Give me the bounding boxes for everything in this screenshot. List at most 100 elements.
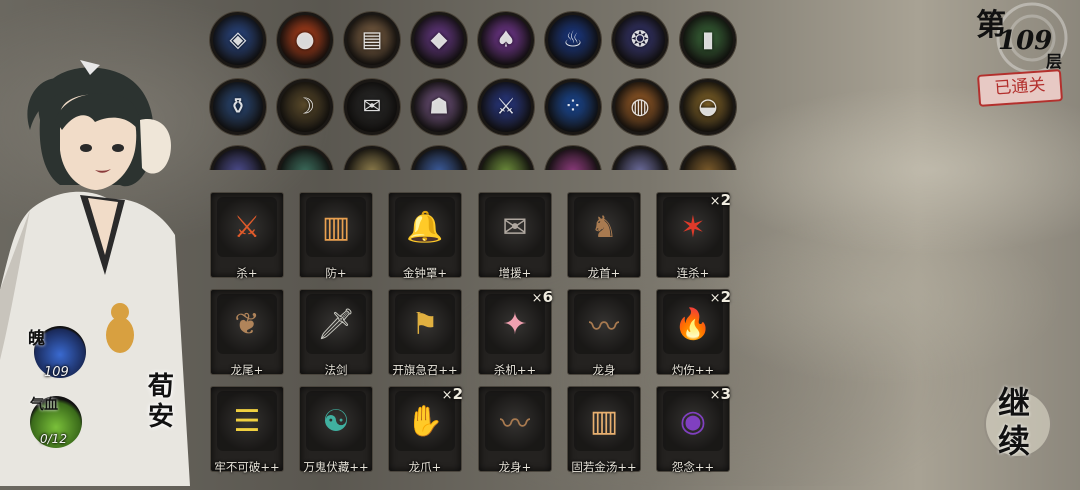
- card-art-icon: 🔔: [395, 197, 455, 257]
- talisman-relic-icon[interactable]: ✉: [344, 79, 400, 135]
- relic-glyph: ▮: [701, 27, 715, 53]
- card-slot[interactable]: ▥ 固若金汤++: [567, 386, 641, 474]
- card-art-icon: ▥: [306, 197, 366, 257]
- relic-row3-6-icon[interactable]: [545, 146, 601, 170]
- relic-glyph: ⁘: [563, 94, 583, 120]
- multiply-icon: ×: [709, 388, 721, 403]
- relic-row3-4-icon[interactable]: [411, 146, 467, 170]
- floor-number: 109: [998, 26, 1053, 56]
- relic-glyph: ⚱: [228, 94, 248, 120]
- continue-label: 继续: [998, 384, 1031, 460]
- card-name: 杀机++: [493, 363, 537, 377]
- bread-relic-icon[interactable]: ◍: [612, 79, 668, 135]
- card-count: 3: [720, 385, 731, 403]
- card-name: 防+: [325, 266, 347, 280]
- beast-head-relic-icon[interactable]: ☗: [411, 79, 467, 135]
- card-slot[interactable]: ⚔ 杀+: [210, 192, 284, 280]
- card-slot[interactable]: ♞ 龙首+: [567, 192, 641, 280]
- horn-relic-icon[interactable]: ☽: [277, 79, 333, 135]
- card-art-icon: ⚔: [217, 197, 277, 257]
- card-name: 龙首+: [587, 266, 621, 280]
- card-count: 2: [720, 288, 731, 306]
- relic-row3-3-icon[interactable]: [344, 146, 400, 170]
- card-slot[interactable]: ☰ 牢不可破++: [210, 386, 284, 474]
- crystal-relic-icon[interactable]: ◆: [411, 12, 467, 68]
- card-slot[interactable]: 〰龙身+: [478, 386, 552, 474]
- beads-relic-icon[interactable]: ❂: [612, 12, 668, 68]
- relic-row3-2-icon[interactable]: [277, 146, 333, 170]
- hero-name: 荀安: [148, 372, 175, 432]
- card-count-badge: ×2: [710, 191, 731, 209]
- cleared-stamp: 已通关: [976, 69, 1064, 107]
- card-art-icon: ✉: [485, 197, 545, 257]
- card-slot[interactable]: ▥ 防+: [299, 192, 373, 280]
- relic-glyph: ◒: [698, 94, 718, 120]
- multiply-icon: ×: [531, 291, 543, 306]
- card-name: 固若金汤++: [571, 460, 637, 474]
- bowl-relic-icon[interactable]: ◒: [680, 79, 736, 135]
- relic-glyph: ☗: [429, 94, 449, 120]
- coin-relic-icon[interactable]: ◈: [210, 12, 266, 68]
- card-name: 法剑: [324, 363, 348, 377]
- card-count: 2: [720, 191, 731, 209]
- card-name: 怨念++: [671, 460, 715, 474]
- relic-glyph: ⚔: [496, 94, 516, 120]
- card-name: 龙爪+: [408, 460, 442, 474]
- card-slot[interactable]: ✶ 连杀+ ×2: [656, 191, 731, 280]
- card-art-icon: ☯: [306, 391, 366, 451]
- relic-glyph: ◈: [229, 27, 247, 53]
- relic-glyph: ☽: [295, 94, 315, 120]
- card-slot[interactable]: ❦ 龙尾+: [210, 289, 284, 377]
- relic-row3-1-icon[interactable]: [210, 146, 266, 170]
- card-art-icon: 〰: [574, 294, 634, 354]
- card-slot[interactable]: 🗡 法剑: [299, 289, 373, 377]
- multiply-icon: ×: [709, 194, 721, 209]
- relic-row3-5-icon[interactable]: [478, 146, 534, 170]
- card-art-icon: ❦: [217, 294, 277, 354]
- relic-collection: ◈ ● ▤ ◆ ♠ ♨ ❂ ▮ ⚱ ☽ ✉ ☗ ⚔ ⁘ ◍ ◒: [200, 0, 745, 170]
- health-value: 0/12: [40, 432, 67, 446]
- card-name: 杀+: [236, 266, 258, 280]
- fire-orb-relic-icon[interactable]: ●: [277, 12, 333, 68]
- relic-glyph: ✉: [362, 94, 382, 120]
- card-count: 2: [452, 385, 463, 403]
- relic-row3-8-icon[interactable]: [680, 146, 736, 170]
- relic-row3-7-icon[interactable]: [612, 146, 668, 170]
- relic-glyph: ▤: [361, 27, 383, 53]
- card-slot[interactable]: ✉ 增援+: [478, 192, 552, 280]
- card-name: 增援+: [498, 266, 532, 280]
- sword-relic-icon[interactable]: ⚔: [478, 79, 534, 135]
- health-label: 气血: [30, 397, 58, 413]
- multiply-icon: ×: [441, 388, 453, 403]
- card-name: 连杀+: [676, 266, 710, 280]
- card-count-badge: ×3: [710, 385, 731, 403]
- card-slot[interactable]: 🔔 金钟罩+: [388, 192, 462, 280]
- continue-button[interactable]: 继续: [984, 384, 1052, 460]
- mushroom-relic-icon[interactable]: ♠: [478, 12, 534, 68]
- card-slot[interactable]: ✋ 龙爪+ ×2: [388, 385, 463, 474]
- scroll-relic-icon[interactable]: ▤: [344, 12, 400, 68]
- card-name: 龙身: [592, 363, 616, 377]
- card-count-badge: ×2: [710, 288, 731, 306]
- card-count: 6: [542, 288, 553, 306]
- relic-glyph: ❂: [630, 27, 650, 53]
- card-slot[interactable]: 〰龙身: [567, 289, 641, 377]
- card-slot[interactable]: ☯ 万鬼伏藏++: [299, 386, 373, 474]
- card-slot[interactable]: 🔥 灼伤++ ×2: [656, 288, 731, 377]
- floor-suffix: 层: [1046, 52, 1063, 71]
- card-name: 灼伤++: [671, 363, 715, 377]
- card-art-icon: 🗡: [306, 294, 366, 354]
- card-count-badge: ×6: [532, 288, 553, 306]
- blue-flame-relic-icon[interactable]: ♨: [545, 12, 601, 68]
- bracelet-relic-icon[interactable]: ⁘: [545, 79, 601, 135]
- vase-relic-icon[interactable]: ⚱: [210, 79, 266, 135]
- card-slot[interactable]: ✦ 杀机++ ×6: [478, 288, 553, 377]
- tablet-relic-icon[interactable]: ▮: [680, 12, 736, 68]
- relic-glyph: ●: [295, 27, 315, 53]
- multiply-icon: ×: [709, 291, 721, 306]
- card-slot[interactable]: ◉ 怨念++ ×3: [656, 385, 731, 474]
- card-name: 开旗急召++: [392, 363, 458, 377]
- card-slot[interactable]: ⚑ 开旗急召++: [388, 289, 462, 377]
- card-name: 龙身+: [498, 460, 532, 474]
- card-count-badge: ×2: [442, 385, 463, 403]
